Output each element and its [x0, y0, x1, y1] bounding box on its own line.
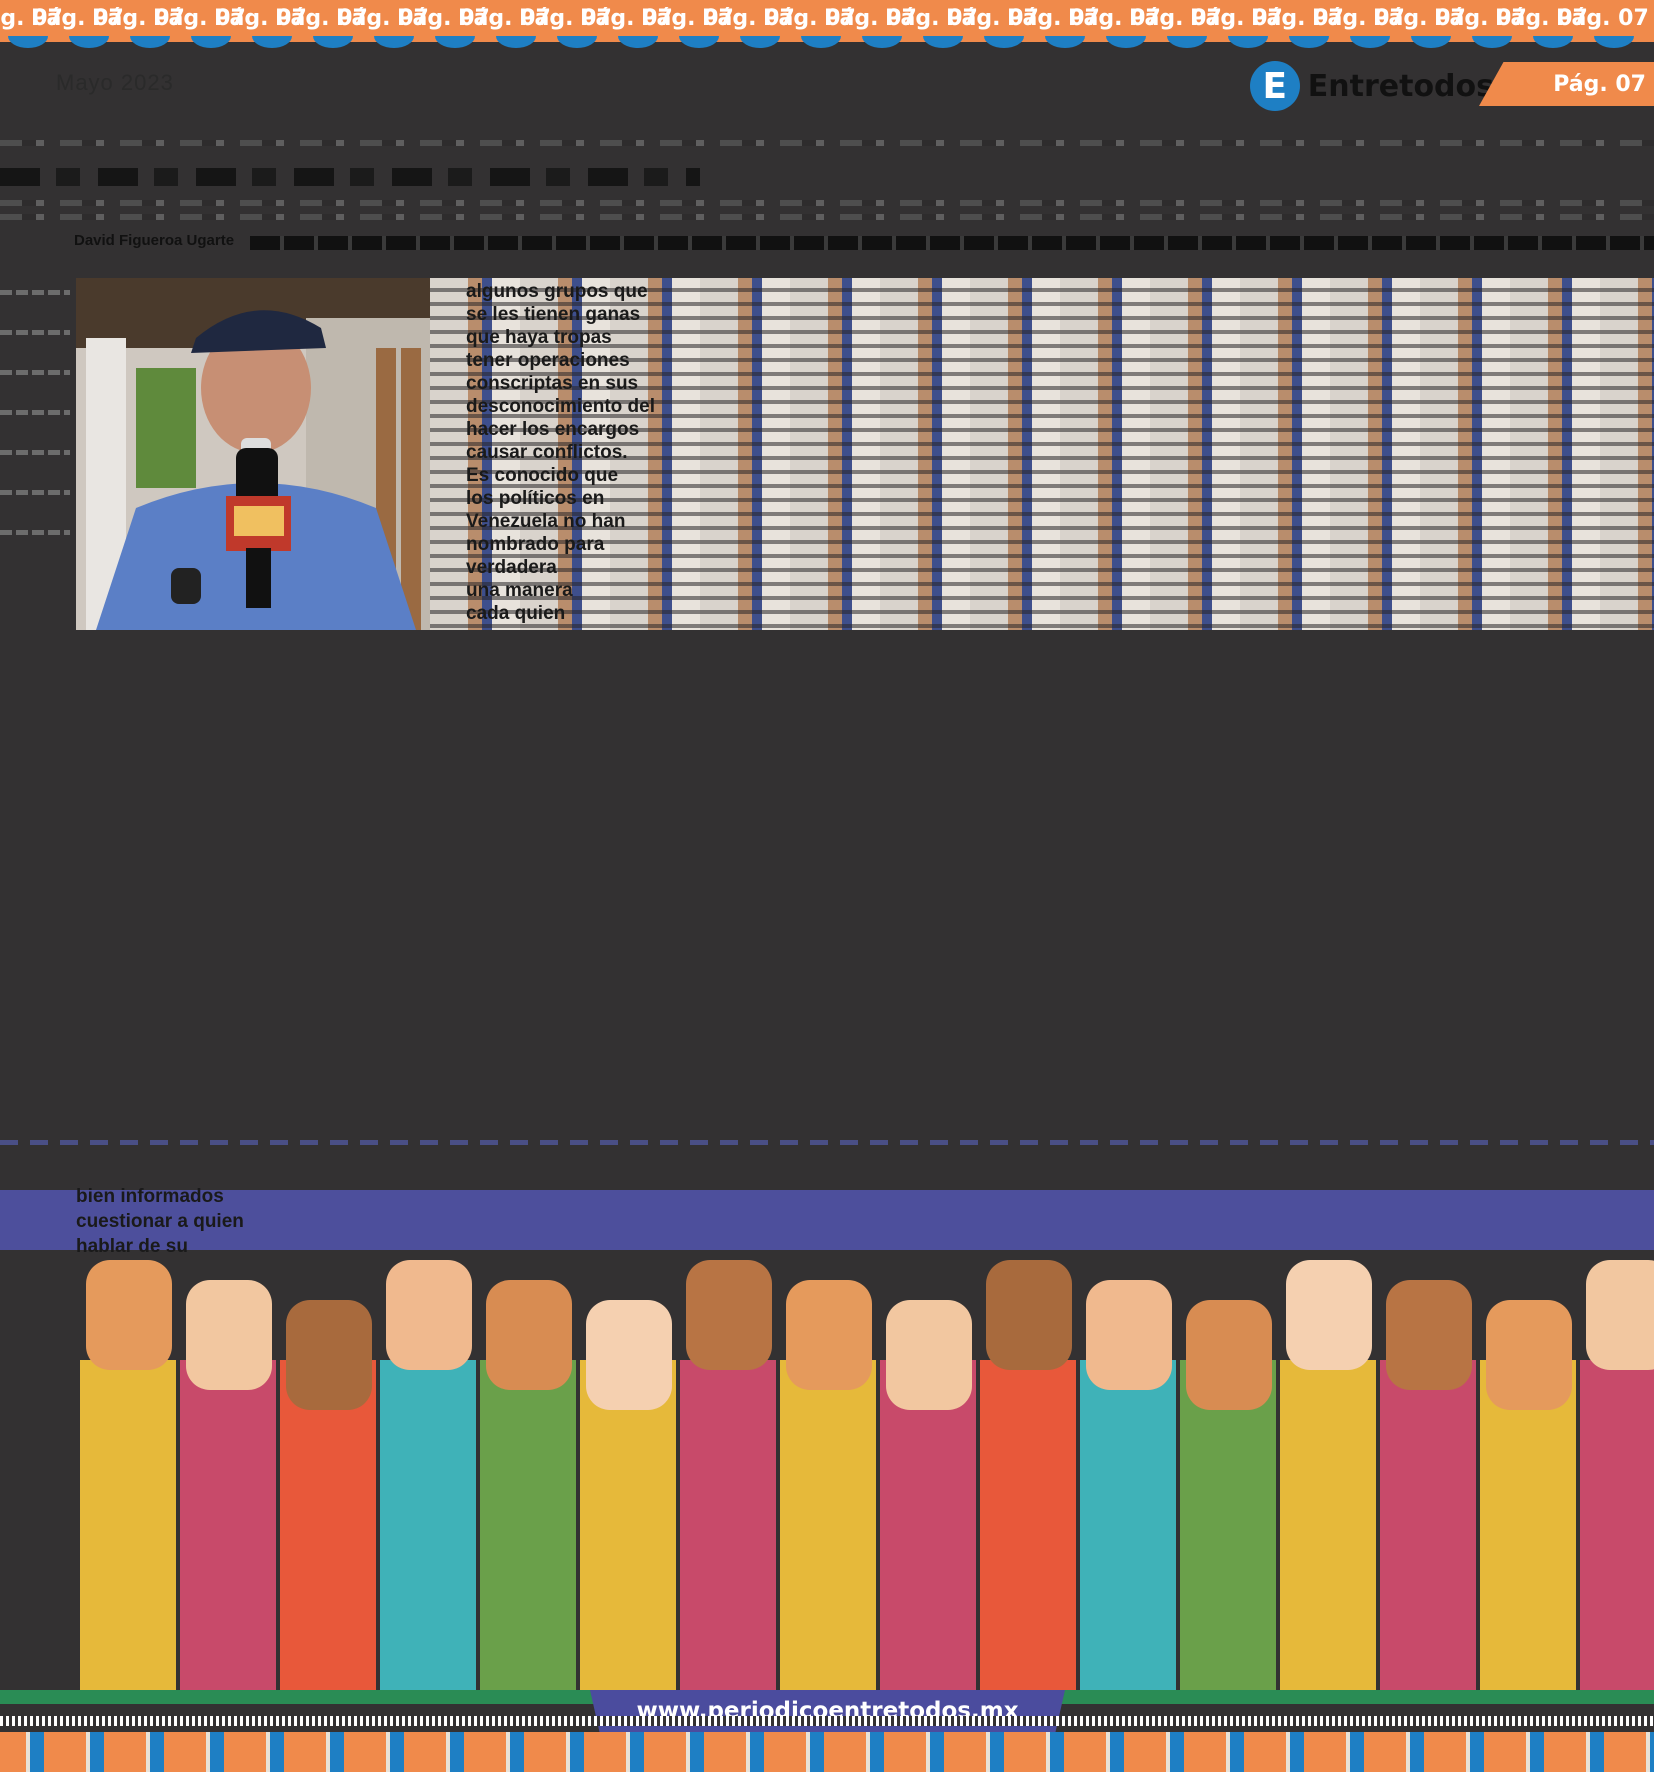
article-body-line: Es conocido que [466, 465, 619, 486]
blue-dot [1167, 36, 1207, 48]
article-body-line: verdadera [466, 557, 557, 578]
article-body-line: algunos grupos que [466, 281, 648, 302]
left-column-scrap [0, 410, 70, 415]
left-column-scrap [0, 490, 70, 495]
article-body-column: algunos grupos que se les tienen ganas que… [466, 280, 666, 625]
blue-dot [801, 36, 841, 48]
fist [586, 1300, 672, 1410]
blue-dot [1106, 36, 1146, 48]
blue-dot [618, 36, 658, 48]
fist [886, 1300, 972, 1410]
article-body-line: que haya tropas [466, 327, 612, 348]
blue-dot [1411, 36, 1451, 48]
left-column-scrap [0, 330, 70, 335]
blue-dot [374, 36, 414, 48]
sleeve [180, 1360, 276, 1690]
noise-band [0, 214, 1654, 220]
left-column-scrap [0, 370, 70, 375]
lower-text-line: cuestionar a quien [76, 1211, 244, 1232]
left-column-scrap [0, 530, 70, 535]
fist [286, 1300, 372, 1410]
blue-dot [923, 36, 963, 48]
brand: E Entretodos [1249, 60, 1494, 112]
lower-noise-band [0, 1140, 1654, 1145]
fist [686, 1260, 772, 1370]
fist [1486, 1300, 1572, 1410]
author-noise-line [250, 236, 1654, 250]
blue-dot [191, 36, 231, 48]
article-body-line: causar conflictos. [466, 442, 628, 463]
sleeve [980, 1360, 1076, 1690]
blue-dot [8, 36, 48, 48]
left-column-scrap [0, 290, 70, 295]
sleeve [1380, 1360, 1476, 1690]
blue-dot [1350, 36, 1390, 48]
blue-dot [69, 36, 109, 48]
headline-row [0, 168, 700, 186]
sleeve [1580, 1360, 1654, 1690]
blue-dot [740, 36, 780, 48]
article-body-line: Venezuela no han [466, 511, 626, 532]
blue-dot [435, 36, 475, 48]
sleeve [480, 1360, 576, 1690]
blue-dot [557, 36, 597, 48]
fist [486, 1280, 572, 1390]
sleeve [1080, 1360, 1176, 1690]
article-body-line: una manera [466, 580, 573, 601]
brand-logo-icon: E [1249, 61, 1300, 111]
article-body-line: tener operaciones [466, 350, 630, 371]
blue-dot [984, 36, 1024, 48]
page-number-tag: Pág. 07 [1479, 62, 1654, 106]
reporter-photo [76, 278, 430, 630]
fist [1586, 1260, 1654, 1370]
blue-dot [1533, 36, 1573, 48]
blue-dot [252, 36, 292, 48]
article-body-line: los políticos en [466, 488, 605, 509]
top-dot-row [0, 36, 1654, 48]
article-body-line: se les tienen ganas [466, 304, 641, 325]
lower-text-line: bien informados [76, 1186, 224, 1207]
fist [1186, 1300, 1272, 1410]
article-author: David Figueroa Ugarte [74, 232, 235, 249]
page-label-repeat: Pág. 07 [1556, 6, 1649, 31]
fist [86, 1260, 172, 1370]
noise-band [0, 140, 1654, 146]
article-body-line: cada quien [466, 603, 566, 624]
lower-text-line: hablar de su [76, 1236, 188, 1257]
brand-name: Entretodos [1307, 68, 1494, 104]
issue-date: Mayo 2023 [56, 70, 174, 95]
article-body-line: desconocimiento del [466, 396, 655, 417]
blue-dot [1045, 36, 1085, 48]
blue-dot [679, 36, 719, 48]
blue-dot [1594, 36, 1634, 48]
fist [1386, 1280, 1472, 1390]
noise-band [0, 200, 1654, 206]
blue-dot [1289, 36, 1329, 48]
fist [186, 1280, 272, 1390]
fist [786, 1280, 872, 1390]
article-body-line: hacer los encargos [466, 419, 640, 440]
blue-dot [496, 36, 536, 48]
fist [1086, 1280, 1172, 1390]
fist [986, 1260, 1072, 1370]
sleeve [380, 1360, 476, 1690]
blue-dot [313, 36, 353, 48]
blue-dot [862, 36, 902, 48]
lower-text-block: bien informados cuestionar a quien hablar … [76, 1184, 244, 1259]
fist [386, 1260, 472, 1370]
fist [1286, 1260, 1372, 1370]
sleeve [80, 1360, 176, 1690]
raised-fists-illustration [0, 1190, 1654, 1690]
footer-stripe [0, 1716, 1654, 1726]
sleeve [1280, 1360, 1376, 1690]
left-column-scrap [0, 450, 70, 455]
blue-dot [1228, 36, 1268, 48]
sleeve [680, 1360, 776, 1690]
blue-dot [1472, 36, 1512, 48]
blue-dot [130, 36, 170, 48]
footer-pattern [0, 1732, 1654, 1772]
article-body-line: nombrado para [466, 534, 605, 555]
sleeve [780, 1360, 876, 1690]
article-body-line: conscriptas en sus [466, 373, 639, 394]
